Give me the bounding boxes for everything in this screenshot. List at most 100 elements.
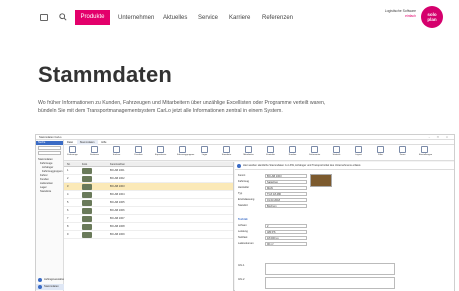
app-sidebar: Suche Stammdaten Fahrzeuge Anhänger Fahr… xyxy=(36,140,66,291)
ribbon-button-label: Kunden xyxy=(288,154,297,156)
table-row[interactable]: 7 BO-AB 1007 xyxy=(64,215,233,223)
ribbon-button-icon xyxy=(135,146,142,153)
notes-label-1: Info 1 xyxy=(238,264,245,267)
ribbon-button-icon xyxy=(289,146,296,153)
window-title: Stammdaten CarLo xyxy=(39,136,62,139)
table-row[interactable]: 5 BO-AB 1005 xyxy=(64,199,233,207)
ribbon-button-icon xyxy=(179,146,186,153)
search-icon[interactable] xyxy=(59,13,67,21)
nav-item-unternehmen[interactable]: Unternehmen xyxy=(118,14,154,22)
cell-kennzeichen: BO-AB 1001 xyxy=(110,169,125,172)
detail-header: Hier werden sämtliche Stammdaten zu LKW,… xyxy=(235,162,454,170)
table-row[interactable]: 3 BO-AB 1003 xyxy=(64,183,233,191)
ribbon-button-label: Filter xyxy=(378,154,383,156)
ribbon-button-label: Drucken xyxy=(134,154,143,156)
field-label: Nutzlast xyxy=(238,236,248,239)
field-label: Kennz. xyxy=(238,174,247,177)
notes-textarea-2[interactable] xyxy=(265,277,395,289)
table-row[interactable]: 6 BO-AB 1006 xyxy=(64,207,233,215)
field-input[interactable]: 18.000 kg xyxy=(265,236,307,240)
table-row[interactable]: 1 BO-AB 1001 xyxy=(64,167,233,175)
masterdata-icon xyxy=(38,285,42,289)
chat-icon[interactable] xyxy=(40,14,48,21)
field-input[interactable]: Sattelzug xyxy=(265,180,307,184)
ribbon-button[interactable]: Fahrzeuggruppen xyxy=(177,146,194,160)
ribbon-button[interactable]: Kontakte xyxy=(265,146,276,160)
ribbon-button-icon xyxy=(333,146,340,153)
form-field: Nutzlast 18.000 kg xyxy=(238,236,308,240)
field-input[interactable]: 90 m³ xyxy=(265,242,307,246)
nav-item-produkte[interactable]: Produkte xyxy=(75,10,110,25)
ribbon-button-label: Kontakte xyxy=(266,154,275,156)
logo-line2: plan xyxy=(427,17,437,22)
cell-nr: 8 xyxy=(67,225,69,228)
vehicle-thumbnail xyxy=(82,216,92,222)
sidebar-bottom-label-2: Stammdaten xyxy=(44,285,59,288)
ribbon-button[interactable]: Standorte xyxy=(221,146,232,160)
sidebar-bottom-auftrag[interactable]: Auftragsverwaltung xyxy=(36,277,66,283)
field-input[interactable]: BO-AB 1003 xyxy=(265,174,307,178)
form-field: Standort Bochum xyxy=(238,204,308,208)
ribbon-button[interactable]: Dokumente xyxy=(309,146,320,160)
ribbon-button-icon xyxy=(421,146,428,153)
cell-nr: 4 xyxy=(67,193,69,196)
field-input[interactable]: 01.03.2018 xyxy=(265,198,307,202)
sidebar-search-input[interactable] xyxy=(38,146,61,150)
ribbon-button[interactable]: Einstellungen xyxy=(419,146,433,160)
ribbon-button[interactable]: Exportieren xyxy=(155,146,166,160)
nav-item-referenzen[interactable]: Referenzen xyxy=(262,14,293,22)
ribbon-button-icon xyxy=(223,146,230,153)
section-technik: Technik xyxy=(238,218,248,221)
ribbon-button[interactable]: Fahrzeuge xyxy=(67,146,78,160)
ribbon-button-label: Einstellungen xyxy=(419,154,433,156)
cell-nr: 3 xyxy=(67,185,69,188)
ribbon-button[interactable]: Filter xyxy=(375,146,386,160)
field-label: Leistung xyxy=(238,230,248,233)
field-input[interactable]: 2 xyxy=(265,224,307,228)
sidebar-filter-input[interactable] xyxy=(38,151,61,155)
ribbon-button-icon xyxy=(245,146,252,153)
ribbon-button[interactable]: Mitarbeiter xyxy=(243,146,254,160)
table-row[interactable]: 4 BO-AB 1004 xyxy=(64,191,233,199)
sidebar-item-standorte[interactable]: Standorte xyxy=(36,190,63,194)
vehicle-thumbnail xyxy=(82,192,92,198)
ribbon-button[interactable]: Statistik xyxy=(331,146,342,160)
nav-item-aktuelles[interactable]: Aktuelles xyxy=(163,14,187,22)
field-input[interactable]: TGX 18.480 xyxy=(265,192,307,196)
ribbon-button[interactable]: Sortieren xyxy=(89,146,100,160)
ribbon-button-icon xyxy=(311,146,318,153)
sidebar-bottom-stammdaten[interactable]: Stammdaten xyxy=(36,284,64,290)
cell-kennzeichen: BO-AB 1005 xyxy=(110,201,125,204)
table-row[interactable]: 2 BO-AB 1002 xyxy=(64,175,233,183)
ribbon-button-icon xyxy=(201,146,208,153)
field-label: Typ xyxy=(238,192,243,195)
ribbon-button[interactable]: Lager xyxy=(199,146,210,160)
ribbon-button[interactable]: Zoom xyxy=(397,146,408,160)
field-input[interactable]: Bochum xyxy=(265,204,307,208)
cell-nr: 5 xyxy=(67,201,69,204)
notes-textarea-1[interactable] xyxy=(265,263,395,275)
field-label: Hersteller xyxy=(238,186,250,189)
nav-item-service[interactable]: Service xyxy=(198,14,218,22)
nav-item-karriere[interactable]: Karriere xyxy=(229,14,250,22)
ribbon-button-label: Exportieren xyxy=(155,154,167,156)
form-field: Typ TGX 18.480 xyxy=(238,192,308,196)
cell-kennzeichen: BO-AB 1006 xyxy=(110,209,125,212)
vehicle-thumbnail xyxy=(82,224,92,230)
ribbon-button[interactable]: Kunden xyxy=(287,146,298,160)
ribbon-button-icon xyxy=(377,146,384,153)
field-input[interactable]: MAN xyxy=(265,186,307,190)
ribbon-button-label: Zoom xyxy=(399,154,406,156)
ribbon-button[interactable]: Suchen xyxy=(111,146,122,160)
table-row[interactable]: 9 BO-AB 1009 xyxy=(64,231,233,239)
ribbon-button[interactable]: Layout xyxy=(353,146,364,160)
brand-tagline: Logistische Software einfach xyxy=(366,9,416,19)
table-row[interactable]: 8 BO-AB 1008 xyxy=(64,223,233,231)
ribbon-button-icon xyxy=(69,146,76,153)
field-input[interactable]: 480 PS xyxy=(265,230,307,234)
intro-paragraph: Wo früher Informationen zu Kunden, Fahrz… xyxy=(38,100,326,114)
field-label: Standort xyxy=(238,204,248,207)
ribbon-button[interactable]: Drucken xyxy=(133,146,144,160)
app-window-screenshot: Stammdaten CarLo – ☐ ✕ Suche Stammdaten … xyxy=(35,134,455,291)
company-logo[interactable]: solo plan xyxy=(421,6,443,28)
